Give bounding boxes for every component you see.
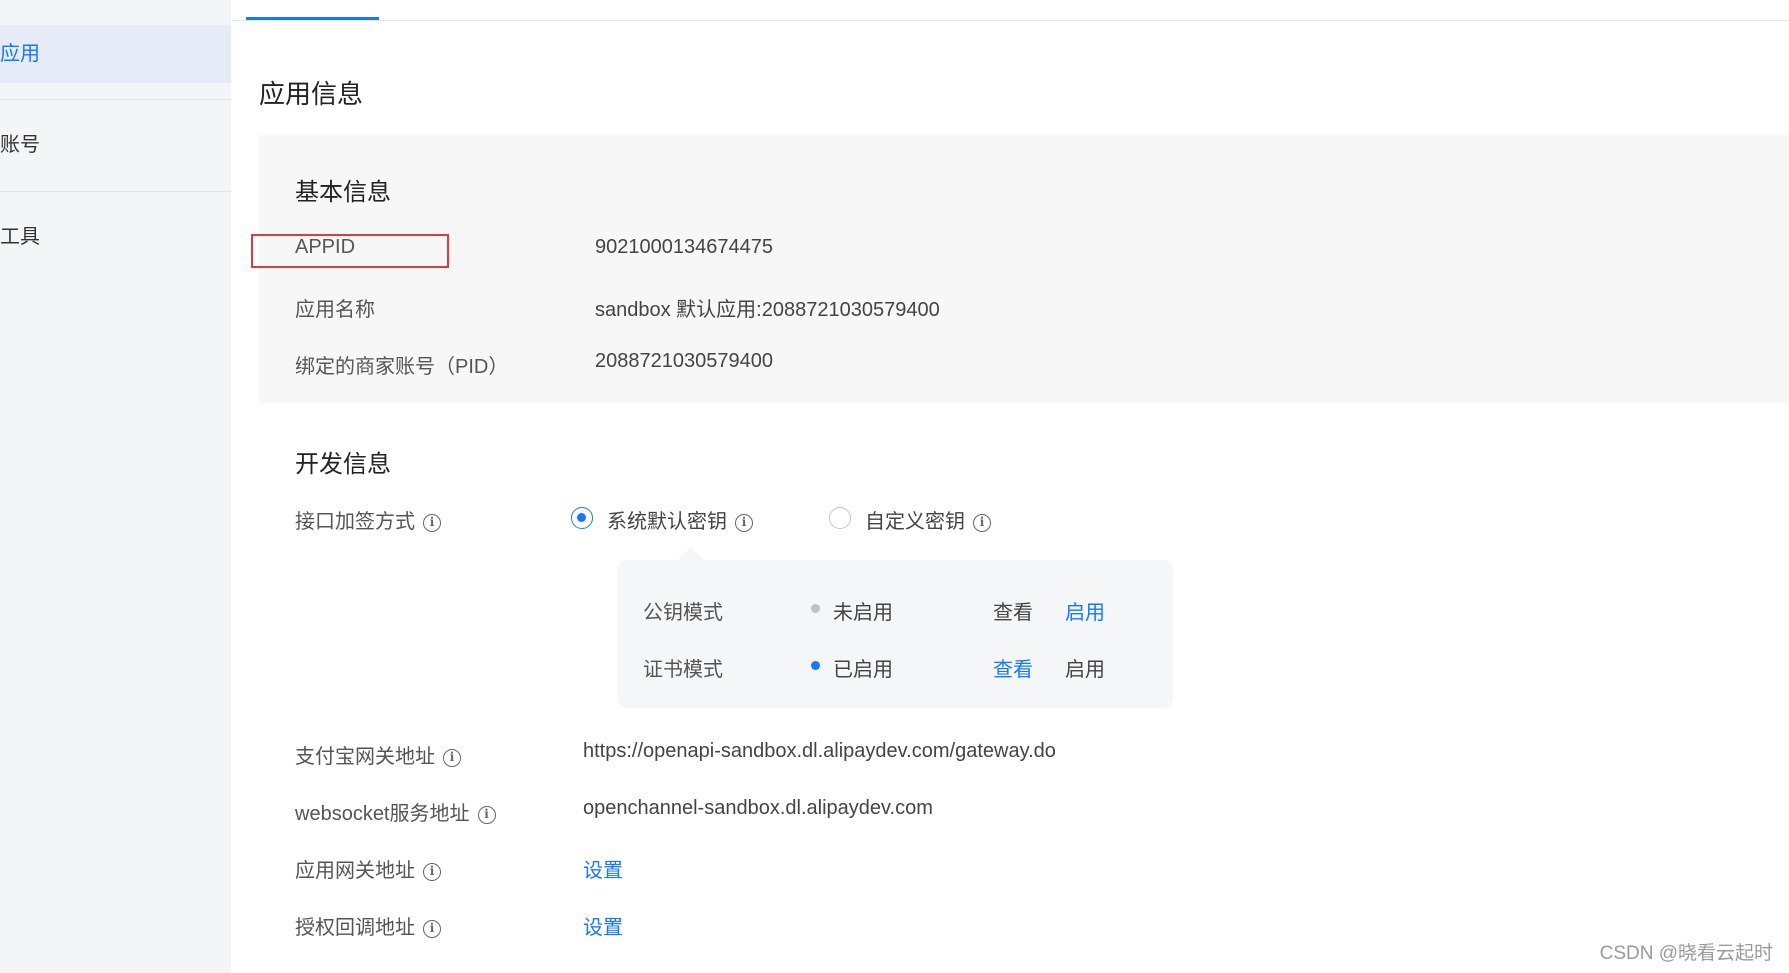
popover-arrow [677,547,705,561]
app-gateway-label: 应用网关地址 i [295,854,441,883]
cert-status: 已启用 [833,659,893,681]
app-gateway-label-text: 应用网关地址 [295,860,415,882]
key-mode-popover [618,560,1173,708]
sidebar-divider [0,99,231,100]
watermark: CSDN @晓看云起时 [1599,943,1773,964]
app-gateway-set-link[interactable]: 设置 [583,854,623,883]
default-key-radio[interactable] [571,507,593,529]
default-key-label: 系统默认密钥 [607,511,727,533]
sidebar-item-tools[interactable]: 工具 [0,208,231,266]
info-icon[interactable]: i [423,862,441,881]
alipay-gateway-label: 支付宝网关地址 i [295,740,461,769]
pid-value: 2088721030579400 [595,350,773,372]
page-title: 应用信息 [259,79,364,109]
public-key-enable-link[interactable]: 启用 [1065,596,1105,625]
info-icon[interactable]: i [443,748,461,767]
sidebar-item-app[interactable]: 应用 [0,25,231,83]
dev-info-title: 开发信息 [295,451,391,478]
cert-enable: 启用 [1065,659,1105,681]
info-icon[interactable]: i [973,513,991,532]
sign-method-label-text: 接口加签方式 [295,511,415,533]
public-key-status: 未启用 [833,602,893,624]
websocket-value: openchannel-sandbox.dl.alipaydev.com [583,797,933,819]
sidebar-item-label: 账号 [0,134,40,156]
cert-view-link[interactable]: 查看 [993,653,1033,682]
app-name-label: 应用名称 [295,299,375,321]
appid-highlight-box [251,234,449,268]
cert-mode-label: 证书模式 [643,659,723,681]
info-icon[interactable]: i [735,513,753,532]
websocket-label-text: websocket服务地址 [295,803,470,825]
sidebar-item-label: 应用 [0,43,40,65]
status-dot-enabled [811,661,820,670]
info-icon[interactable]: i [423,513,441,532]
alipay-gateway-label-text: 支付宝网关地址 [295,746,435,768]
basic-info-title: 基本信息 [295,179,391,206]
status-dot-disabled [811,604,820,613]
info-icon[interactable]: i [423,919,441,938]
info-icon[interactable]: i [477,805,496,824]
custom-key-option[interactable]: 自定义密钥 i [865,505,991,534]
sign-method-label: 接口加签方式 i [295,505,441,534]
custom-key-label: 自定义密钥 [865,511,965,533]
auth-callback-set-link[interactable]: 设置 [583,911,623,940]
public-key-mode-label: 公钥模式 [643,602,723,624]
active-tab-indicator [246,17,379,20]
auth-callback-label-text: 授权回调地址 [295,917,415,939]
sidebar-item-account[interactable]: 账号 [0,116,231,174]
sidebar: 应用 账号 工具 [0,0,231,973]
sidebar-divider [0,191,231,192]
pid-label: 绑定的商家账号（PID） [295,356,509,378]
default-key-option[interactable]: 系统默认密钥 i [607,505,753,534]
app-name-value: sandbox 默认应用:2088721030579400 [595,299,940,321]
alipay-gateway-value: https://openapi-sandbox.dl.alipaydev.com… [583,740,1056,762]
tab-bar [232,20,1789,21]
public-key-view: 查看 [993,602,1033,624]
appid-value: 9021000134674475 [595,236,773,258]
websocket-label: websocket服务地址 i [295,797,496,826]
auth-callback-label: 授权回调地址 i [295,911,441,940]
sidebar-item-label: 工具 [0,226,40,248]
custom-key-radio[interactable] [829,507,851,529]
